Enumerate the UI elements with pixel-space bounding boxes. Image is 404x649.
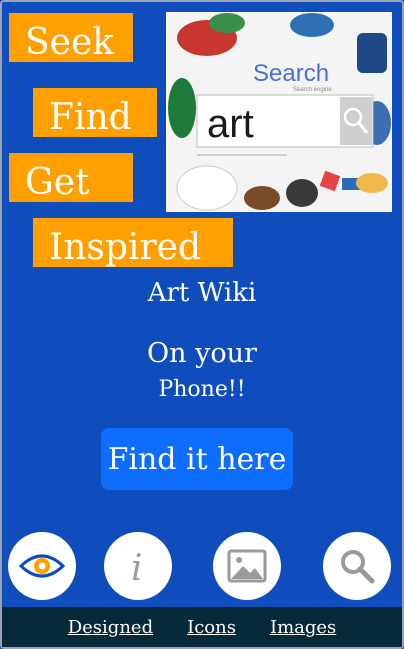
footer-link-designed[interactable]: Designed [68,617,153,638]
find-it-here-button[interactable]: Find it here [101,428,293,490]
footer-link-images[interactable]: Images [270,617,336,638]
footer-link-icons[interactable]: Icons [187,617,236,638]
app-title: Art Wiki [147,278,257,308]
eye-icon [19,554,65,578]
hero-word-find: Find [33,88,157,137]
hero-search-subtext: Search engine [293,87,332,93]
eye-button[interactable] [8,532,76,600]
hero-image: Search Search engine art [166,12,392,212]
hero-search-query: art [207,102,254,146]
hero-search-logo: Search [253,60,329,87]
footer: Designed Icons Images [2,607,402,647]
info-button[interactable]: i [104,532,172,600]
hero-word-inspired: Inspired [33,218,233,267]
info-icon: i [131,548,143,586]
svg-text:i: i [131,548,143,586]
hero-word-seek: Seek [9,13,133,62]
hero-word-get: Get [9,153,133,202]
gallery-button[interactable] [213,532,281,600]
search-icon [341,550,375,584]
search-button[interactable] [323,532,391,600]
tagline-line2: Phone!! [158,377,246,402]
image-icon [227,549,267,583]
tagline-line1: On your [147,338,257,369]
